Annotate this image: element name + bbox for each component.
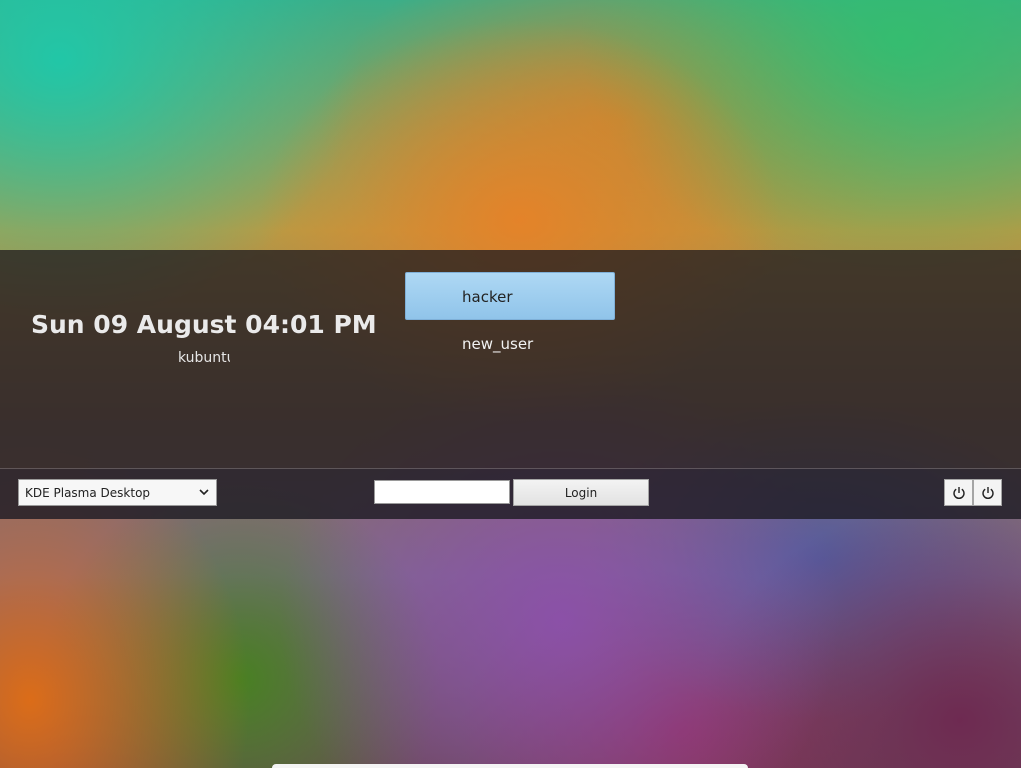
- hostname-label: kubuntu: [178, 350, 230, 366]
- date-time-display: Sun 09 August 04:01 PM: [31, 310, 377, 339]
- user-item-new-user[interactable]: new_user: [462, 335, 533, 353]
- session-select-value: KDE Plasma Desktop: [25, 486, 151, 500]
- chevron-down-icon: [199, 489, 209, 496]
- session-select[interactable]: KDE Plasma Desktop: [18, 479, 217, 506]
- login-button[interactable]: Login: [513, 479, 649, 506]
- user-item-hacker[interactable]: hacker: [405, 272, 615, 320]
- bottom-panel-edge: [272, 764, 748, 768]
- restart-icon: [953, 487, 965, 500]
- user-name-label: hacker: [462, 288, 513, 306]
- password-input[interactable]: [374, 480, 510, 504]
- power-icon: [982, 487, 994, 500]
- shutdown-button[interactable]: [973, 479, 1002, 506]
- restart-button[interactable]: [944, 479, 973, 506]
